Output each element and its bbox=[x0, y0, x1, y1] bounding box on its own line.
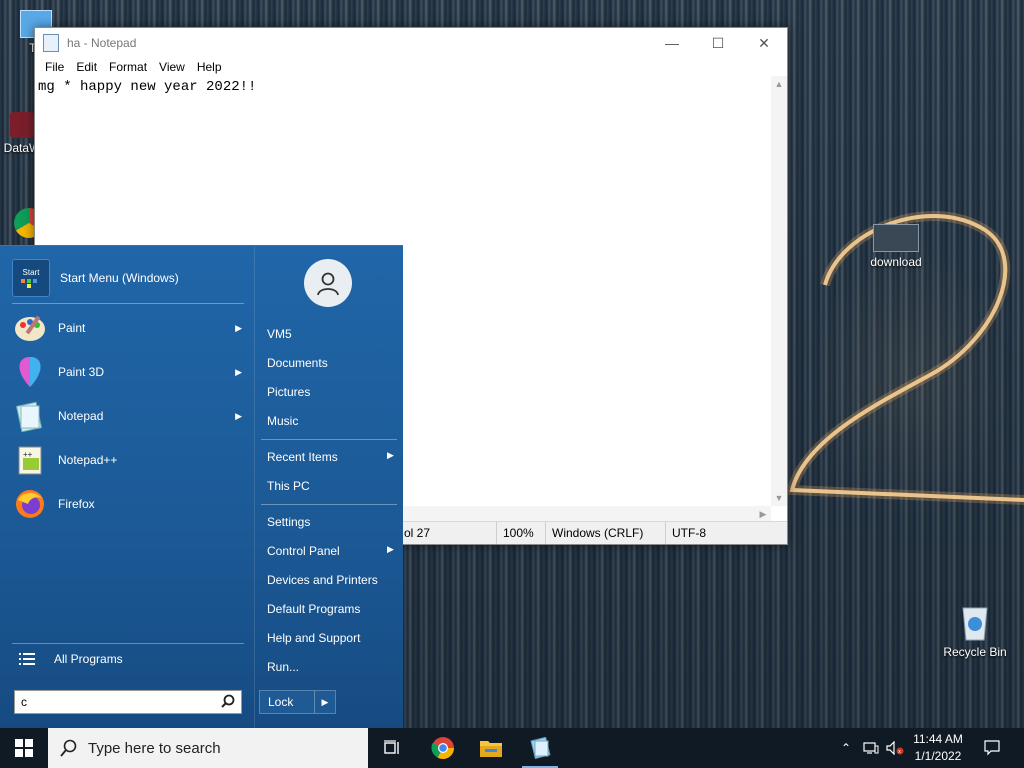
divider bbox=[12, 303, 244, 304]
taskbar: Type here to search ⌃ x 11:44 AM 1/1/202… bbox=[0, 728, 1024, 768]
start-search-box[interactable]: c bbox=[14, 690, 242, 714]
desktop-icon-recycle-bin[interactable]: Recycle Bin bbox=[940, 602, 1010, 659]
windows-logo-icon bbox=[15, 739, 33, 757]
start-menu-programs-pane: Start Start Menu (Windows) Paint ▶ Paint… bbox=[0, 246, 254, 729]
taskbar-search-box[interactable]: Type here to search bbox=[48, 728, 368, 768]
program-paint-3d[interactable]: Paint 3D ▶ bbox=[12, 352, 244, 392]
notepad-icon bbox=[12, 398, 48, 434]
maximize-button[interactable]: ☐ bbox=[695, 28, 741, 58]
scroll-right-icon[interactable]: ▶ bbox=[755, 506, 771, 522]
window-title: ha - Notepad bbox=[67, 36, 137, 50]
program-notepad[interactable]: Notepad ▶ bbox=[12, 396, 244, 436]
menu-help[interactable]: Help bbox=[191, 60, 228, 74]
program-paint[interactable]: Paint ▶ bbox=[12, 308, 244, 348]
task-view-button[interactable] bbox=[368, 728, 416, 768]
program-notepad-plus-plus[interactable]: ++ Notepad++ bbox=[12, 440, 244, 480]
minimize-button[interactable]: — bbox=[649, 28, 695, 58]
place-pictures[interactable]: Pictures bbox=[267, 385, 310, 399]
clock-time: 11:44 AM bbox=[913, 732, 963, 746]
submenu-arrow-icon: ▶ bbox=[387, 450, 394, 460]
action-center-button[interactable] bbox=[978, 728, 1006, 768]
lock-button[interactable]: Lock ▶ bbox=[259, 690, 336, 714]
svg-text:++: ++ bbox=[23, 450, 33, 459]
volume-status[interactable]: x bbox=[884, 728, 906, 768]
scroll-down-icon[interactable]: ▼ bbox=[771, 490, 787, 506]
notepad-plus-plus-icon: ++ bbox=[12, 442, 48, 478]
menu-format[interactable]: Format bbox=[103, 60, 153, 74]
status-encoding: UTF-8 bbox=[665, 522, 778, 544]
taskbar-notepad[interactable] bbox=[516, 728, 564, 768]
chrome-icon bbox=[431, 737, 454, 759]
place-devices-and-printers[interactable]: Devices and Printers bbox=[267, 573, 378, 587]
divider bbox=[261, 504, 397, 505]
paint-icon bbox=[12, 310, 48, 346]
taskbar-search-placeholder: Type here to search bbox=[88, 739, 221, 757]
desktop-icon-chrome-partial[interactable] bbox=[14, 208, 44, 242]
system-clock[interactable]: 11:44 AM 1/1/2022 bbox=[906, 731, 970, 765]
menu-file[interactable]: File bbox=[39, 60, 70, 74]
classic-start-icon: Start bbox=[12, 259, 50, 297]
paint-3d-icon bbox=[12, 354, 48, 390]
notepad-app-icon bbox=[43, 34, 59, 52]
scroll-up-icon[interactable]: ▲ bbox=[771, 76, 787, 92]
folder-icon bbox=[480, 741, 502, 757]
submenu-arrow-icon: ▶ bbox=[235, 366, 242, 377]
recycle-bin-icon bbox=[958, 602, 992, 642]
list-icon bbox=[12, 644, 42, 674]
taskbar-chrome[interactable] bbox=[419, 728, 467, 768]
datawrapper-icon bbox=[10, 112, 34, 138]
user-avatar[interactable] bbox=[304, 259, 352, 307]
menu-edit[interactable]: Edit bbox=[70, 60, 103, 74]
divider bbox=[261, 439, 397, 440]
show-hidden-icons-button[interactable]: ⌃ bbox=[836, 728, 856, 768]
search-icon[interactable] bbox=[221, 694, 235, 711]
image-thumbnail-icon bbox=[873, 224, 919, 252]
start-menu-places-pane: VM5 Documents Pictures Music Recent Item… bbox=[254, 246, 404, 729]
menu-view[interactable]: View bbox=[153, 60, 191, 74]
place-this-pc[interactable]: This PC bbox=[267, 479, 310, 493]
vertical-scrollbar[interactable]: ▲ ▼ bbox=[771, 76, 787, 506]
status-zoom: 100% bbox=[496, 522, 545, 544]
notification-icon bbox=[984, 740, 1000, 756]
close-button[interactable]: ✕ bbox=[741, 28, 787, 58]
all-programs-item[interactable]: All Programs bbox=[12, 642, 244, 676]
taskbar-file-explorer[interactable] bbox=[467, 728, 515, 768]
task-view-icon bbox=[384, 740, 399, 754]
lock-options-arrow-icon[interactable]: ▶ bbox=[314, 691, 335, 713]
chevron-up-icon: ⌃ bbox=[840, 741, 852, 755]
place-default-programs[interactable]: Default Programs bbox=[267, 602, 360, 616]
place-recent-items[interactable]: Recent Items ▶ bbox=[267, 450, 399, 464]
search-icon bbox=[60, 739, 77, 757]
place-settings[interactable]: Settings bbox=[267, 515, 310, 529]
notepad-icon bbox=[530, 737, 551, 759]
firefox-icon bbox=[12, 486, 48, 522]
place-control-panel[interactable]: Control Panel ▶ bbox=[267, 544, 399, 558]
submenu-arrow-icon: ▶ bbox=[387, 544, 394, 554]
status-line-ending: Windows (CRLF) bbox=[545, 522, 665, 544]
network-status[interactable] bbox=[860, 728, 882, 768]
program-firefox[interactable]: Firefox bbox=[12, 484, 244, 524]
start-menu: Start Start Menu (Windows) Paint ▶ Paint… bbox=[0, 245, 403, 729]
search-input[interactable]: c bbox=[21, 695, 27, 709]
submenu-arrow-icon: ▶ bbox=[235, 410, 242, 421]
start-button[interactable] bbox=[0, 728, 48, 768]
place-documents[interactable]: Documents bbox=[267, 356, 328, 370]
place-run[interactable]: Run... bbox=[267, 660, 299, 674]
start-menu-header-item[interactable]: Start Start Menu (Windows) bbox=[12, 258, 244, 298]
notepad-menubar: File Edit Format View Help bbox=[35, 58, 787, 76]
submenu-arrow-icon: ▶ bbox=[235, 322, 242, 333]
place-user[interactable]: VM5 bbox=[267, 327, 292, 341]
notepad-titlebar[interactable]: ha - Notepad — ☐ ✕ bbox=[35, 28, 787, 58]
clock-date: 1/1/2022 bbox=[914, 749, 962, 763]
volume-muted-icon: x bbox=[886, 741, 904, 755]
place-help-and-support[interactable]: Help and Support bbox=[267, 631, 360, 645]
status-cursor-position: ol 27 bbox=[397, 522, 496, 544]
place-music[interactable]: Music bbox=[267, 414, 298, 428]
network-icon bbox=[863, 742, 879, 754]
desktop-icon-download[interactable]: download bbox=[866, 224, 926, 269]
